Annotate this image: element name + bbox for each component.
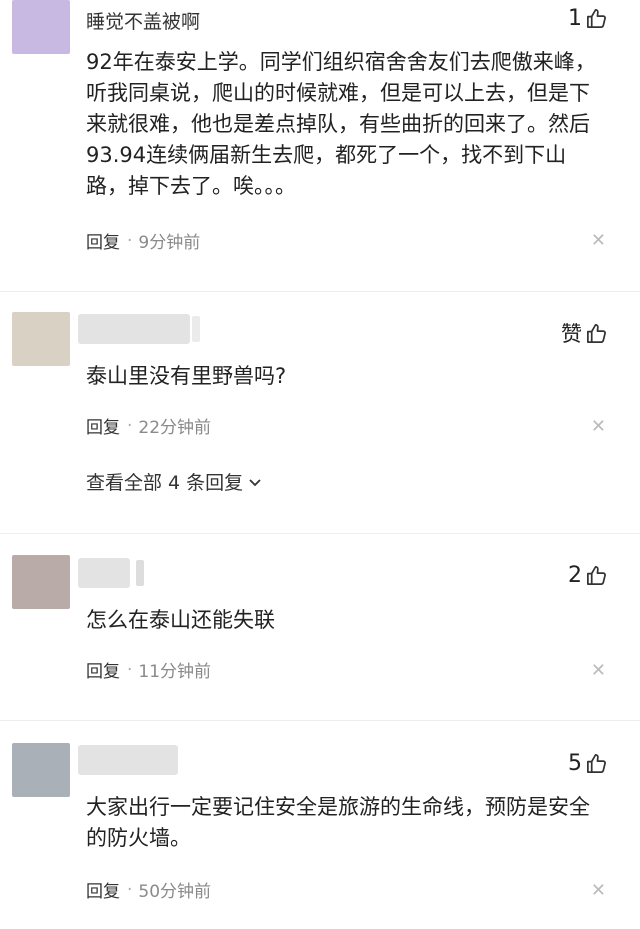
- thumbs-up-icon: [587, 754, 606, 773]
- like-count: 1: [568, 6, 582, 31]
- comment-meta: 回复 · 50分钟前: [86, 877, 212, 903]
- separator-dot: ·: [127, 415, 133, 436]
- reply-button[interactable]: 回复: [86, 877, 120, 902]
- chevron-down-icon: [249, 478, 261, 486]
- comment-text: 怎么在泰山还能失联: [86, 608, 275, 632]
- reply-button[interactable]: 回复: [86, 657, 120, 682]
- avatar[interactable]: [12, 555, 70, 609]
- thumbs-up-icon: [587, 9, 606, 28]
- timestamp: 22分钟前: [138, 418, 212, 438]
- timestamp: 9分钟前: [138, 233, 201, 253]
- close-icon[interactable]: ✕: [591, 416, 606, 437]
- like-count: 5: [568, 751, 582, 776]
- comment-meta: 回复 · 9分钟前: [86, 228, 201, 254]
- view-all-replies-button[interactable]: 查看全部 4 条回复: [86, 468, 263, 495]
- timestamp: 11分钟前: [138, 662, 212, 682]
- reply-button[interactable]: 回复: [86, 228, 120, 253]
- username[interactable]: 睡觉不盖被啊: [86, 7, 200, 34]
- close-icon[interactable]: ✕: [591, 230, 606, 251]
- avatar[interactable]: [12, 312, 70, 366]
- like-button[interactable]: 1: [568, 6, 608, 31]
- like-button[interactable]: 赞: [561, 318, 608, 348]
- comment-meta: 回复 · 22分钟前: [86, 413, 212, 439]
- comment-text: 92年在泰安上学。同学们组织宿舍舍友们去爬傲来峰，听我同桌说，爬山的时候就难，但…: [86, 50, 596, 198]
- thumbs-up-icon: [587, 566, 606, 585]
- like-count: 2: [568, 563, 582, 588]
- avatar[interactable]: [12, 743, 70, 797]
- separator-dot: ·: [127, 659, 133, 680]
- comment-meta: 回复 · 11分钟前: [86, 657, 212, 683]
- timestamp: 50分钟前: [138, 882, 212, 902]
- thumbs-up-icon: [587, 323, 606, 343]
- close-icon[interactable]: ✕: [591, 880, 606, 901]
- close-icon[interactable]: ✕: [591, 660, 606, 681]
- avatar[interactable]: [12, 0, 70, 54]
- divider: [0, 533, 640, 534]
- view-replies-label: 查看全部 4 条回复: [86, 472, 244, 494]
- like-button[interactable]: 5: [568, 751, 608, 776]
- like-label: 赞: [561, 322, 582, 346]
- like-button[interactable]: 2: [568, 563, 608, 588]
- reply-button[interactable]: 回复: [86, 413, 120, 438]
- divider: [0, 291, 640, 292]
- comment-text: 泰山里没有里野兽吗?: [86, 364, 287, 388]
- separator-dot: ·: [127, 879, 133, 900]
- separator-dot: ·: [127, 230, 133, 251]
- comment-text: 大家出行一定要记住安全是旅游的生命线，预防是安全的防火墙。: [86, 795, 590, 850]
- divider: [0, 720, 640, 721]
